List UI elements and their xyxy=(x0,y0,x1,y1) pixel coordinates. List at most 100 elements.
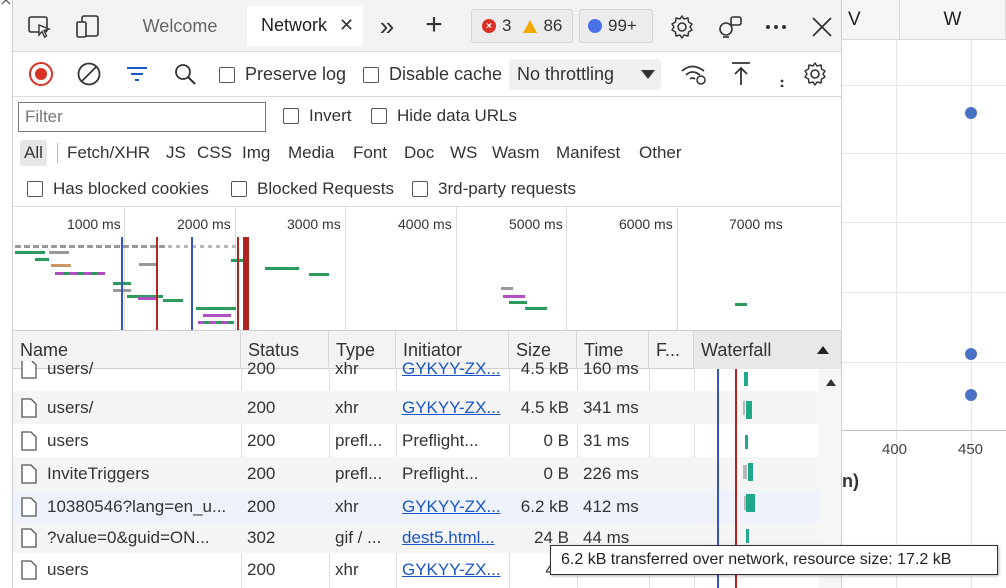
tab-network[interactable]: Network ✕ xyxy=(247,6,363,46)
overview-request-bar xyxy=(265,267,299,270)
type-filter-css[interactable]: CSS xyxy=(197,140,232,166)
type-filter-doc[interactable]: Doc xyxy=(404,140,434,166)
checkbox-box[interactable] xyxy=(412,181,428,197)
table-row[interactable]: users 200 prefl... Preflight... 0 B 31 m… xyxy=(13,424,819,457)
request-name: users/ xyxy=(47,397,94,417)
error-count: 3 xyxy=(502,16,512,35)
throttling-value: No throttling xyxy=(517,64,615,84)
checkbox-box[interactable] xyxy=(231,181,247,197)
table-row[interactable]: users/ 200 xhr GYKYY-ZX... 4.5 kB 341 ms xyxy=(13,391,819,424)
table-row[interactable]: users/ 200 xhr GYKYY-ZX... 4.5 kB 160 ms xyxy=(13,361,819,385)
checkbox-box[interactable] xyxy=(371,108,387,124)
overview-request-bar xyxy=(203,314,231,317)
status-cell: 200 xyxy=(247,430,276,450)
network-overview[interactable]: 1000 ms 2000 ms 3000 ms 4000 ms 5000 ms … xyxy=(13,207,841,331)
type-filter-all[interactable]: All xyxy=(20,140,47,166)
clear-icon[interactable] xyxy=(75,60,103,88)
table-row[interactable]: InviteTriggers 200 prefl... Preflight...… xyxy=(13,457,819,490)
size-cell: 4.5 kB xyxy=(520,397,569,417)
plot-gridline xyxy=(842,362,1006,363)
initiator-cell: Preflight... xyxy=(402,430,479,450)
overview-tick-label: 5000 ms xyxy=(509,216,563,232)
overview-divider xyxy=(566,207,567,330)
import-har-icon[interactable] xyxy=(727,60,755,88)
time-cell: 341 ms xyxy=(583,397,639,417)
waterfall-bar xyxy=(746,529,749,543)
messages-badge[interactable]: 99+ xyxy=(579,9,653,43)
overview-request-bar xyxy=(35,258,49,261)
overview-divider xyxy=(677,207,678,330)
overview-request-bar xyxy=(309,273,329,276)
plot-axis xyxy=(842,430,1006,431)
warning-count: 86 xyxy=(543,16,563,35)
load-event-marker xyxy=(156,237,158,330)
hide-data-urls-checkbox[interactable]: Hide data URLs xyxy=(371,106,517,126)
issues-badge[interactable]: × 3 86 xyxy=(471,9,573,43)
tab-welcome[interactable]: Welcome xyxy=(125,6,235,46)
device-emulation-icon[interactable] xyxy=(73,12,103,42)
checkbox-box[interactable] xyxy=(219,66,235,83)
disable-cache-label: Disable cache xyxy=(389,64,503,84)
plot-point xyxy=(965,107,977,119)
plot-gridline xyxy=(842,85,1006,86)
type-filter-js[interactable]: JS xyxy=(166,140,186,166)
checkbox-box[interactable] xyxy=(27,181,43,197)
add-tab-icon[interactable]: + xyxy=(419,8,449,41)
preserve-log-checkbox[interactable]: Preserve log xyxy=(219,64,346,85)
overview-tick-label: 7000 ms xyxy=(729,216,783,232)
file-icon xyxy=(21,463,37,484)
initiator-link[interactable]: GYKYY-ZX... xyxy=(402,361,504,385)
type-filter-fetch-xhr[interactable]: Fetch/XHR xyxy=(67,140,150,166)
more-options-icon[interactable] xyxy=(761,12,791,42)
initiator-link[interactable]: GYKYY-ZX... xyxy=(402,490,504,523)
checkbox-box[interactable] xyxy=(283,108,299,124)
type-filter-font[interactable]: Font xyxy=(353,140,387,166)
type-filter-manifest[interactable]: Manifest xyxy=(556,140,620,166)
scroll-up-icon[interactable] xyxy=(826,379,836,386)
has-blocked-cookies-checkbox[interactable]: Has blocked cookies xyxy=(27,179,209,199)
network-conditions-icon[interactable] xyxy=(679,60,709,88)
invert-checkbox[interactable]: Invert xyxy=(283,106,352,126)
close-devtools-icon[interactable] xyxy=(807,12,837,42)
type-filter-img[interactable]: Img xyxy=(242,140,270,166)
request-name-cell: users/ xyxy=(21,361,239,385)
third-party-requests-label: 3rd-party requests xyxy=(438,179,576,198)
search-icon[interactable] xyxy=(171,60,199,88)
third-party-requests-checkbox[interactable]: 3rd-party requests xyxy=(412,179,576,199)
file-icon xyxy=(21,397,37,418)
settings-gear-icon[interactable] xyxy=(667,12,697,42)
initiator-link[interactable]: dest5.html... xyxy=(402,523,504,553)
sort-ascending-icon xyxy=(817,346,829,354)
more-tabs-icon[interactable]: » xyxy=(375,11,399,41)
table-row[interactable]: 10380546?lang=en_u... 200 xhr GYKYY-ZX..… xyxy=(13,490,819,523)
blocked-requests-checkbox[interactable]: Blocked Requests xyxy=(231,179,394,199)
initiator-link[interactable]: GYKYY-ZX... xyxy=(402,391,504,424)
overview-tick-label: 1000 ms xyxy=(67,216,121,232)
filter-icon[interactable] xyxy=(123,60,151,88)
toolbar-overflow-icon[interactable] xyxy=(775,66,789,88)
disable-cache-checkbox[interactable]: Disable cache xyxy=(363,64,502,85)
close-tab-icon[interactable]: ✕ xyxy=(339,15,354,36)
time-cell: 412 ms xyxy=(583,496,639,516)
initiator-link[interactable]: GYKYY-ZX... xyxy=(402,553,504,586)
throttling-select[interactable]: No throttling xyxy=(509,59,661,90)
checkbox-box[interactable] xyxy=(363,66,379,83)
record-icon[interactable] xyxy=(27,60,55,88)
type-filter-ws[interactable]: WS xyxy=(450,140,477,166)
type-filter-other[interactable]: Other xyxy=(639,140,682,166)
request-name-cell: 10380546?lang=en_u... xyxy=(21,490,239,523)
request-name: users xyxy=(47,430,89,450)
network-settings-gear-icon[interactable] xyxy=(801,60,829,88)
file-icon xyxy=(21,559,37,580)
request-name: users xyxy=(47,559,89,579)
customize-icon[interactable] xyxy=(715,12,745,42)
resize-grip-icon xyxy=(1,0,11,5)
plot-gridline xyxy=(842,222,1006,223)
type-cell: xhr xyxy=(335,496,359,516)
waterfall-header-label: Waterfall xyxy=(701,339,772,360)
type-filter-media[interactable]: Media xyxy=(288,140,334,166)
overview-request-bar xyxy=(55,272,105,275)
inspect-element-icon[interactable] xyxy=(25,12,55,42)
filter-input[interactable] xyxy=(18,102,266,132)
type-filter-wasm[interactable]: Wasm xyxy=(492,140,540,166)
